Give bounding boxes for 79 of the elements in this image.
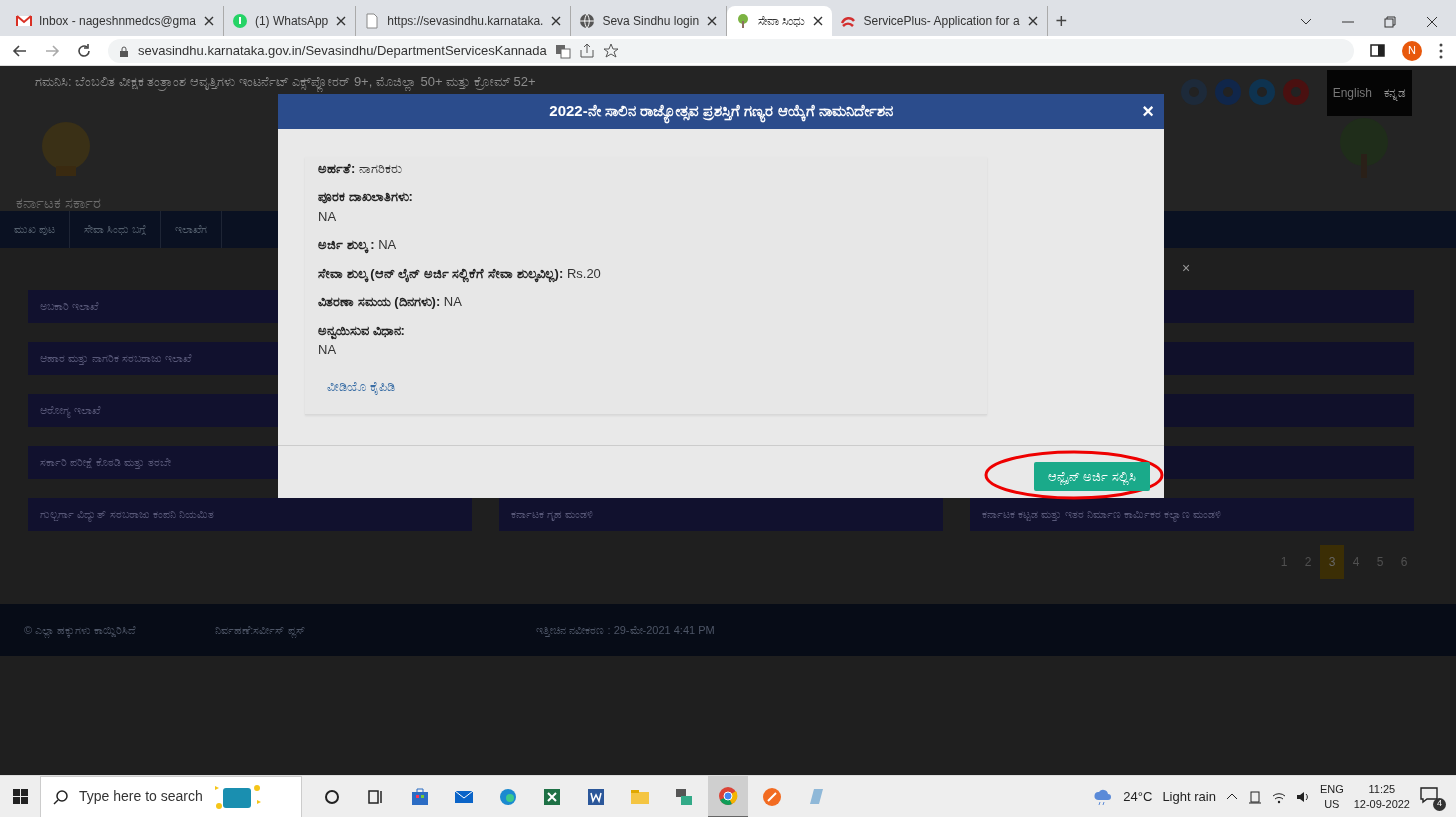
browser-icon[interactable] [718, 785, 738, 806]
close-button[interactable]: × [1142, 101, 1154, 121]
clock-time[interactable]: 11:25 [1368, 782, 1396, 797]
globe-icon [579, 13, 596, 29]
service-item[interactable]: ಕರ್ನಾಟಕ ಕಟ್ಟಡ ಮತ್ತು ಇತರ ನಿರ್ಮಾಣ ಕಾರ್ಮಿಕರ ಕಲ್ಯಾಣ ಮಂಡಳಿ [970, 498, 1414, 531]
page-link[interactable]: 3 [1320, 545, 1344, 579]
field-label: ಸೇವಾ ಶುಲ್ಕ (ಆನ್ ಲೈನ್ ಅರ್ಜಿ ಸಲ್ಲಿಕೆಗೆ ಸೇವಾ ಶುಲ್ಕವಿಲ್ಲ): [318, 265, 564, 281]
document-icon [364, 13, 381, 29]
language-button[interactable]: ಕನ್ನಡ [1378, 70, 1412, 116]
notification-count: 4 [1433, 797, 1446, 811]
lock-icon [118, 44, 130, 57]
field-value: Rs.20 [565, 265, 601, 281]
taskbar-search[interactable]: Type here to search [40, 775, 302, 817]
more-icon[interactable] [1438, 42, 1444, 59]
close-icon[interactable] [202, 15, 215, 27]
temperature-text: 24°C [1123, 787, 1153, 806]
field-label: ಅರ್ಜಿ ಶುಲ್ಕ : [318, 237, 375, 253]
speaker-icon[interactable] [1295, 789, 1310, 804]
translate-icon[interactable] [554, 42, 571, 59]
video-manual-link[interactable]: ವೀಡಿಯೊ ಕೈಪಿಡಿ [327, 376, 395, 397]
close-icon[interactable] [812, 15, 825, 27]
restore-icon[interactable] [1384, 16, 1396, 28]
close-icon[interactable] [335, 15, 348, 27]
field-value: NA [318, 208, 337, 224]
url-text: sevasindhu.karnataka.gov.in/Sevasindhu/DepartmentServicesKannada [138, 41, 547, 60]
window-icon[interactable] [674, 786, 694, 807]
submit-button[interactable]: ಆನ್ಲೈನ್ ಅರ್ಜಿ ಸಲ್ಲಿಸಿ [1033, 461, 1150, 492]
meet-icon[interactable] [1247, 789, 1262, 804]
field-label: ಪೂರಕ ದಾಖಲಾತಿಗಳು: [318, 189, 413, 205]
keyboard-region[interactable]: US [1324, 796, 1340, 811]
share-icon[interactable] [578, 42, 595, 59]
nav-link[interactable]: ಮುಖ ಪುಟ [0, 211, 71, 248]
clock-date[interactable]: 12-09-2022 [1353, 796, 1410, 811]
nav-link[interactable]: ಸೇವಾ ಸಿಂಧು ಬಗ್ಗೆ [70, 211, 162, 248]
document-icon[interactable] [586, 786, 606, 807]
field-value: NA [318, 342, 337, 358]
footer-text: ಇತ್ತೀಚಿನ ನವೀಕರಣ : 29-ಮೇ-2021 4:41 PM [536, 622, 715, 639]
browser-icon[interactable] [498, 786, 518, 807]
nav-link[interactable]: ಇಲಾಖೆಗ [161, 211, 223, 248]
compass-icon[interactable] [762, 786, 782, 807]
sidebar-icon[interactable] [1370, 42, 1386, 59]
clear-button[interactable]: × [1182, 258, 1191, 279]
close-icon[interactable] [1026, 15, 1039, 27]
footer-text: © ಎಲ್ಲಾ ಹಕ್ಕುಗಳು ಕಾಯ್ದಿರಿಸಿದೆ [24, 622, 136, 639]
new-tab-button[interactable]: + [1055, 6, 1068, 36]
address-bar[interactable]: sevasindhu.karnataka.gov.in/Sevasindhu/DepartmentServicesKannada [108, 38, 1354, 63]
close-icon[interactable] [706, 15, 719, 27]
field-label: ಅನ್ವಯಿಸುವ ವಿಧಾನ: [318, 322, 405, 338]
field-value: NA [442, 294, 462, 310]
spreadsheet-icon[interactable] [542, 786, 562, 807]
cloud-rain-icon[interactable] [1093, 787, 1114, 806]
field-value: NA [377, 237, 397, 253]
close-icon[interactable] [550, 15, 563, 27]
profile-avatar[interactable]: N [1402, 40, 1422, 61]
star-icon[interactable] [602, 42, 619, 59]
service-item[interactable]: ಕರ್ನಾಟಕ ಗೃಹ ಮಂಡಳಿ [499, 498, 943, 531]
close-icon[interactable] [1426, 16, 1438, 28]
input-language[interactable]: ENG [1319, 782, 1344, 797]
chat-icon [231, 13, 248, 29]
modal-title: 2022-ನೇ ಸಾಲಿನ ರಾಜ್ಯೋತ್ಸವ ಪ್ರಶಸ್ತಿಗೆ ಗಣ್ಯರ ಆಯ್ಕೆಗೆ ನಾಮನಿರ್ದೇಶನ [549, 100, 893, 123]
search-icon [53, 788, 69, 805]
bag-icon[interactable] [410, 786, 430, 807]
speech-bubble-icon [1420, 786, 1438, 805]
reload-icon[interactable] [76, 42, 92, 59]
search-placeholder: Type here to search [79, 787, 203, 806]
notice-text: ಗಮನಿಸಿ: ಬೆಂಬಲಿತ ವೀಕ್ಷಕ ತಂತ್ರಾಂಶ ಆವೃತ್ತಿಗಳು ಇಂಟರ್ನೆಟ್ ಎಕ್ಸ್‌ಪ್ಲೋರರ್ 9+, ಮೊಜಿಲ್ಲಾ 50+ ಮತ್ತು ಕ್ರೋಮ್ 52+ [35, 72, 536, 92]
windows-icon [12, 789, 28, 804]
weather-text: Light rain [1162, 787, 1216, 806]
browser-tab[interactable]: ಸೇವಾ ಸಿಂಧು [727, 6, 833, 36]
field-label: ಅರ್ಹತೆ: [318, 160, 356, 176]
language-button[interactable]: English [1326, 70, 1378, 116]
service-item[interactable]: ಗುಲ್ಬರ್ಗಾ ವಿದ್ಯುತ್ ಸರಬರಾಜು ಕಂಪನಿ ನಿಯಮಿತ [28, 498, 472, 531]
back-icon[interactable] [12, 42, 28, 59]
mail-icon [16, 13, 32, 29]
field-value: ನಾಗರಿಕರು [357, 160, 402, 176]
government-title: ಕರ್ನಾಟಕ ಸರ್ಕಾರ [16, 193, 102, 213]
field-label: ವಿತರಣಾ ಸಮಯ (ದಿನಗಳು): [318, 294, 441, 310]
notification-button[interactable]: 4 [1420, 784, 1446, 809]
footer-text: ನಿರ್ವಹಣೆ:ಸರ್ವೀಸ್ ಪ್ಲಸ್ [215, 622, 307, 639]
